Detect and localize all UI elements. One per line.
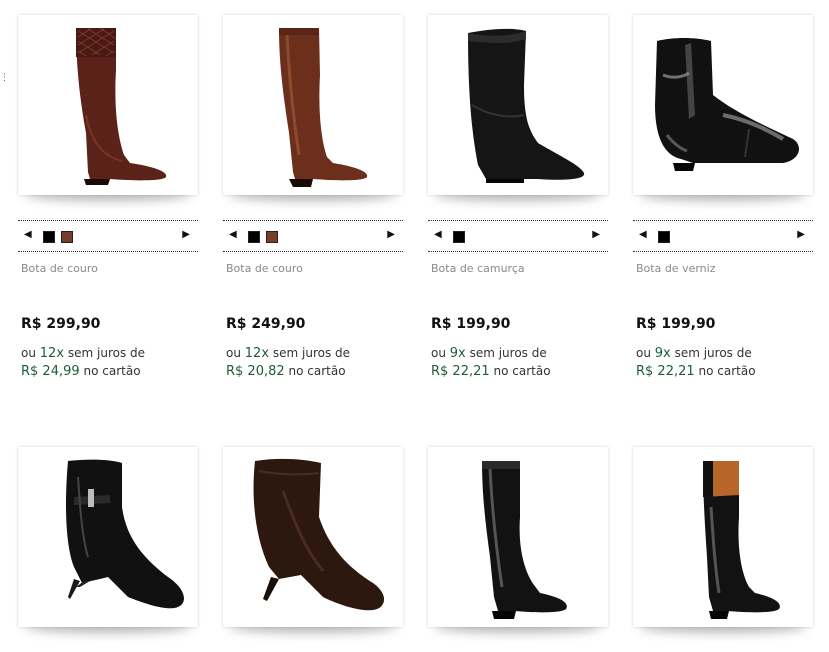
- installment-value-line: R$ 22,21 no cartão: [431, 364, 551, 379]
- color-swatch-brown[interactable]: [61, 231, 73, 243]
- product-image[interactable]: [18, 15, 198, 195]
- color-swatch-black[interactable]: [453, 231, 465, 243]
- product-card: ◀ ▶ Bota de couro R$ 299,90 ou 12x sem j…: [18, 15, 198, 379]
- color-swatch-black[interactable]: [248, 231, 260, 243]
- installment-count: 9x: [654, 346, 671, 361]
- product-card: [223, 447, 403, 627]
- color-swatch-black[interactable]: [43, 231, 55, 243]
- previous-color-arrow-icon[interactable]: ◀: [24, 230, 32, 240]
- installment-value: R$ 22,21: [636, 364, 695, 379]
- installment-value-line: R$ 24,99 no cartão: [21, 364, 141, 379]
- color-selector: ◀ ▶: [18, 220, 198, 252]
- product-name[interactable]: Bota de camurça: [431, 262, 525, 275]
- product-image[interactable]: [223, 15, 403, 195]
- tall-boot-black-icon: [482, 461, 567, 619]
- product-card: [18, 447, 198, 627]
- previous-color-arrow-icon[interactable]: ◀: [229, 230, 237, 240]
- product-name[interactable]: Bota de couro: [226, 262, 303, 275]
- installment-line: ou 12x sem juros de: [21, 346, 146, 361]
- next-color-arrow-icon[interactable]: ▶: [387, 230, 395, 240]
- installment-count: 9x: [449, 346, 466, 361]
- tall-boot-quilted-brown-icon: [76, 27, 167, 185]
- installment-value-line: R$ 20,82 no cartão: [226, 364, 346, 379]
- tall-boot-brown-icon: [279, 28, 368, 187]
- product-image[interactable]: [428, 15, 608, 195]
- product-price: R$ 199,90: [636, 316, 716, 332]
- color-selector: ◀ ▶: [223, 220, 403, 252]
- next-color-arrow-icon[interactable]: ▶: [797, 230, 805, 240]
- product-price: R$ 299,90: [21, 316, 101, 332]
- product-price: R$ 199,90: [431, 316, 511, 332]
- product-card: [428, 447, 608, 627]
- color-selector: ◀ ▶: [633, 220, 813, 252]
- tall-boot-black-tan-cuff-icon: [703, 461, 780, 619]
- ankle-boot-black-patent-icon: [655, 38, 799, 171]
- product-image[interactable]: [633, 447, 813, 627]
- color-selector: ◀ ▶: [428, 220, 608, 252]
- next-color-arrow-icon[interactable]: ▶: [592, 230, 600, 240]
- heeled-ankle-boot-black-icon: [66, 459, 184, 609]
- product-name[interactable]: Bota de couro: [21, 262, 98, 275]
- color-swatch-black[interactable]: [658, 231, 670, 243]
- product-price: R$ 249,90: [226, 316, 306, 332]
- side-dots-icon: ⋮: [0, 73, 9, 83]
- installment-value-line: R$ 22,21 no cartão: [636, 364, 756, 379]
- installment-value: R$ 20,82: [226, 364, 285, 379]
- color-swatch-brown[interactable]: [266, 231, 278, 243]
- product-card: ◀ ▶ Bota de verniz R$ 199,90 ou 9x sem j…: [633, 15, 813, 379]
- heeled-ankle-boot-brown-icon: [253, 458, 385, 611]
- slouch-boot-black-suede-icon: [468, 28, 585, 183]
- product-image[interactable]: [223, 447, 403, 627]
- installment-count: 12x: [39, 346, 65, 361]
- installment-value: R$ 22,21: [431, 364, 490, 379]
- product-image[interactable]: [633, 15, 813, 195]
- installment-line: ou 9x sem juros de: [431, 346, 547, 361]
- previous-color-arrow-icon[interactable]: ◀: [639, 230, 647, 240]
- installment-line: ou 12x sem juros de: [226, 346, 351, 361]
- installment-count: 12x: [244, 346, 270, 361]
- previous-color-arrow-icon[interactable]: ◀: [434, 230, 442, 240]
- product-card: ◀ ▶ Bota de couro R$ 249,90 ou 12x sem j…: [223, 15, 403, 379]
- product-image[interactable]: [428, 447, 608, 627]
- installment-value: R$ 24,99: [21, 364, 80, 379]
- product-card: [633, 447, 813, 627]
- installment-line: ou 9x sem juros de: [636, 346, 752, 361]
- product-image[interactable]: [18, 447, 198, 627]
- next-color-arrow-icon[interactable]: ▶: [182, 230, 190, 240]
- product-name[interactable]: Bota de verniz: [636, 262, 715, 275]
- product-card: ◀ ▶ Bota de camurça R$ 199,90 ou 9x sem …: [428, 15, 608, 379]
